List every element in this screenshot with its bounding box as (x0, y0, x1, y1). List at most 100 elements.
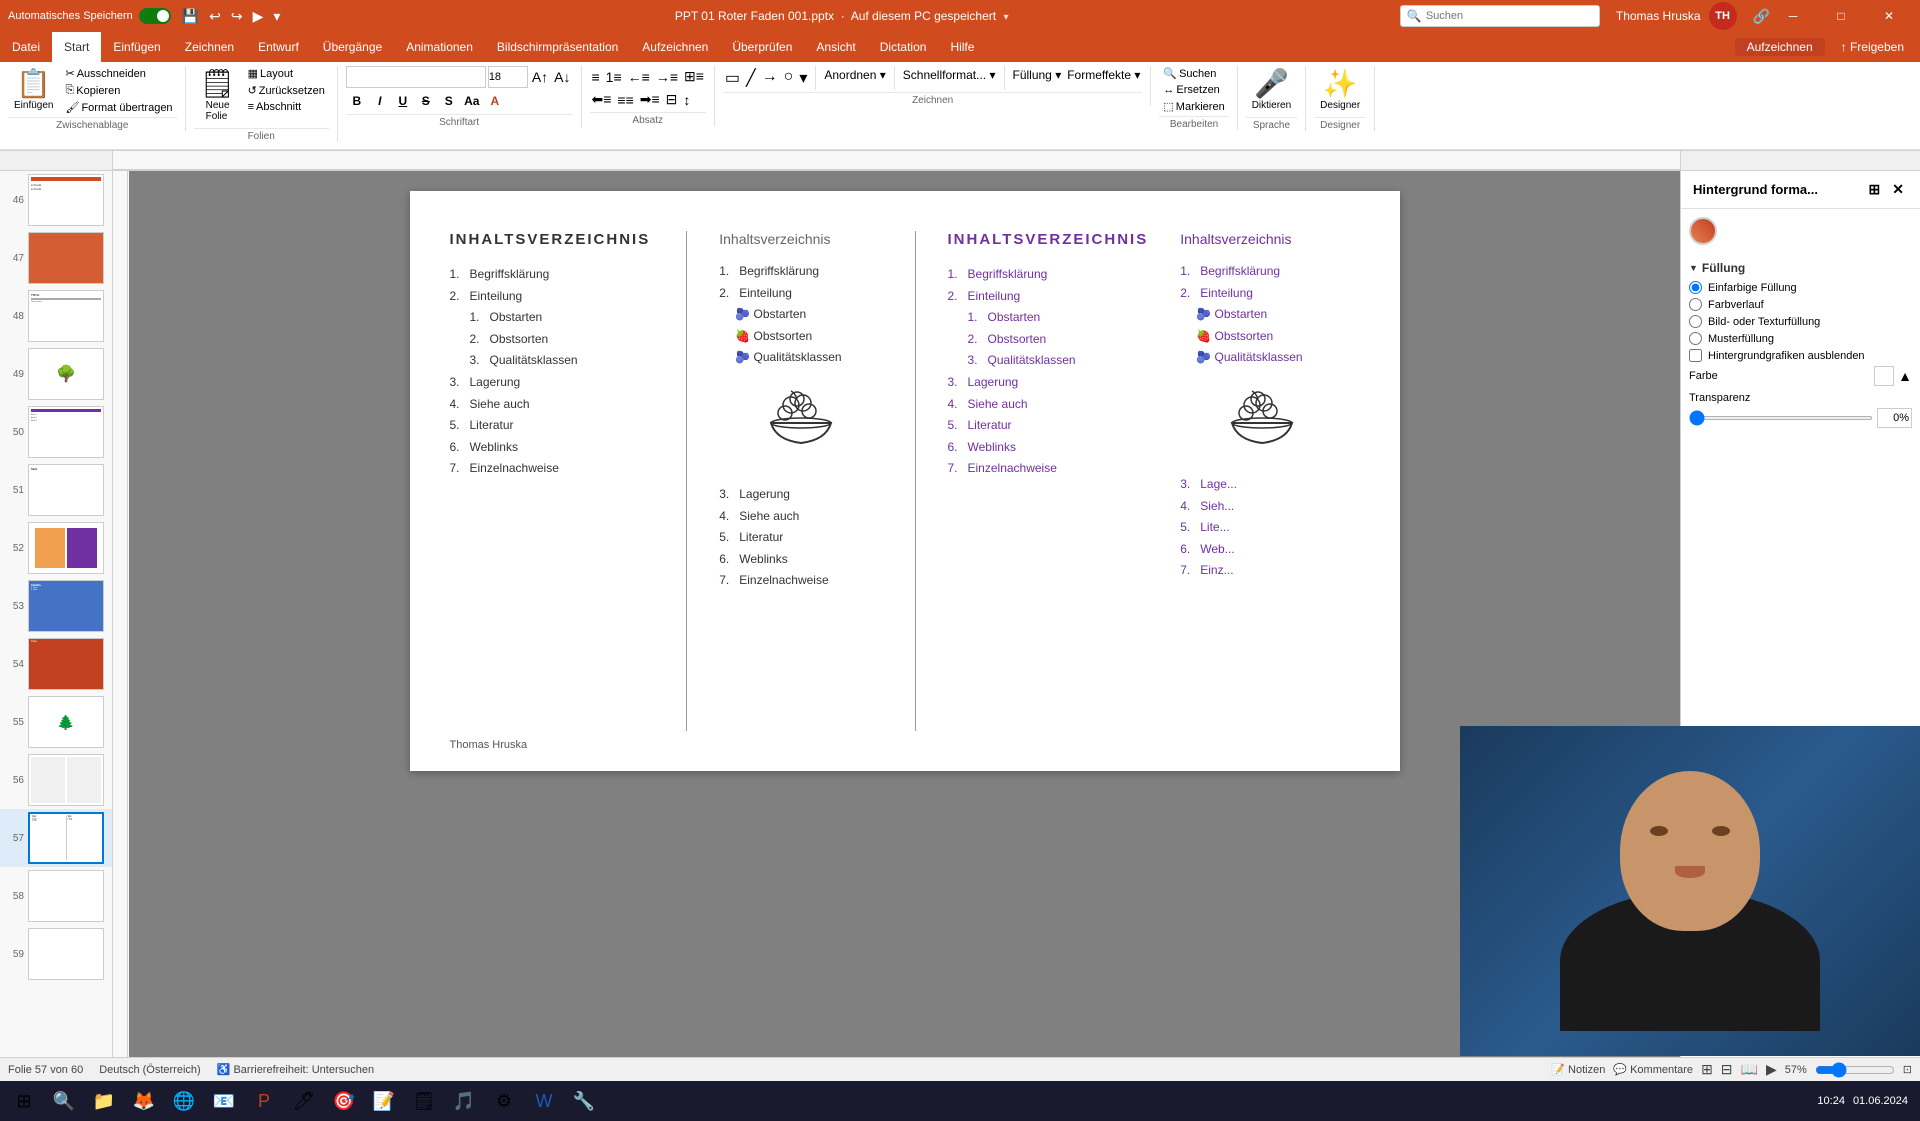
taskbar-file-explorer[interactable]: 📁 (84, 1083, 124, 1119)
minimize-button[interactable]: ─ (1770, 0, 1816, 32)
taskbar-chrome[interactable]: 🌐 (164, 1083, 204, 1119)
view-presentation[interactable]: ▶ (1766, 1061, 1777, 1078)
tab-zeichnen[interactable]: Zeichnen (173, 32, 246, 62)
justify-button[interactable]: ⊟ (664, 89, 680, 110)
zoom-slider[interactable] (1815, 1064, 1895, 1076)
undo-icon[interactable]: ↩ (206, 8, 224, 25)
close-button[interactable]: ✕ (1866, 0, 1912, 32)
shape-line[interactable]: ╱ (744, 66, 758, 90)
font-color-button[interactable]: A (484, 90, 506, 112)
slide-thumb-50[interactable]: 50 Item 1Item 2Item 3 (0, 403, 112, 461)
start-button[interactable]: ⊞ (4, 1083, 44, 1119)
slide-thumb-58[interactable]: 58 (0, 867, 112, 925)
arrange-button[interactable]: Anordnen ▾ (822, 66, 887, 84)
notes-button[interactable]: 📝 Notizen (1551, 1063, 1605, 1076)
taskbar-app-6[interactable]: ⚙ (484, 1083, 524, 1119)
bold-button[interactable]: B (346, 90, 368, 112)
save-icon[interactable]: 💾 (179, 8, 202, 25)
increase-font-button[interactable]: A↑ (530, 69, 550, 85)
texture-fill-option[interactable]: Bild- oder Texturfüllung (1689, 315, 1912, 328)
color-adjust-up[interactable]: ▲ (1898, 368, 1912, 384)
present-icon[interactable]: ▶ (250, 8, 267, 25)
underline-button[interactable]: U (392, 90, 414, 112)
tab-datei[interactable]: Datei (0, 32, 52, 62)
tab-start[interactable]: Start (52, 32, 101, 62)
solid-fill-option[interactable]: Einfarbige Füllung (1689, 281, 1912, 294)
slide-thumb-48[interactable]: 48 TITLE Text content (0, 287, 112, 345)
slide-thumb-59[interactable]: 59 (0, 925, 112, 983)
format-button[interactable]: 🖌 Format übertragen (61, 100, 176, 115)
select-button[interactable]: ⬚ Markieren (1159, 99, 1228, 114)
tab-einfuegen[interactable]: Einfügen (101, 32, 172, 62)
font-family-input[interactable] (346, 66, 486, 88)
color-swatch[interactable] (1874, 366, 1894, 386)
strikethrough-button[interactable]: S (415, 90, 437, 112)
slide-thumb-54[interactable]: 54 TITLE (0, 635, 112, 693)
view-normal[interactable]: ⊞ (1701, 1061, 1713, 1078)
slide-thumb-53[interactable]: 53 Inhalts. 1. Item2. Item (0, 577, 112, 635)
view-slide-sorter[interactable]: ⊟ (1721, 1061, 1733, 1078)
taskbar-word[interactable]: W (524, 1083, 564, 1119)
reset-button[interactable]: ↺ Zurücksetzen (244, 83, 329, 98)
shape-circle[interactable]: ○ (782, 66, 796, 88)
gradient-fill-option[interactable]: Farbverlauf (1689, 298, 1912, 311)
tab-ueberpruefen[interactable]: Überprüfen (720, 32, 804, 62)
find-button[interactable]: 🔍 Suchen (1159, 66, 1220, 81)
taskbar-powerpoint[interactable]: P (244, 1083, 284, 1119)
tab-dictation[interactable]: Dictation (868, 32, 939, 62)
shapes-more[interactable]: ▾ (797, 66, 809, 90)
layout-button[interactable]: ▦ Layout (244, 66, 329, 81)
decrease-font-button[interactable]: A↓ (552, 69, 572, 85)
align-center-button[interactable]: ≡≡ (615, 90, 635, 110)
slide-thumb-57[interactable]: 57 TOC 1. Item2. Item3. Item TOC 1. Item… (0, 809, 112, 867)
bullets-button[interactable]: ≡ (590, 67, 602, 87)
solid-fill-radio[interactable] (1689, 281, 1702, 294)
slide-thumb-47[interactable]: 47 (0, 229, 112, 287)
pattern-fill-option[interactable]: Musterfüllung (1689, 332, 1912, 345)
designer-button[interactable]: ✨ Designer (1314, 66, 1366, 115)
taskbar-app-1[interactable]: 🖊 (284, 1083, 324, 1119)
panel-expand-button[interactable]: ⊞ (1865, 179, 1885, 200)
section-button[interactable]: ≡ Abschnitt (244, 100, 329, 114)
shape-rect[interactable]: ▭ (723, 66, 742, 90)
font-spacing-button[interactable]: Aa (461, 90, 483, 112)
tab-uebergaenge[interactable]: Übergänge (311, 32, 394, 62)
search-input[interactable] (1426, 10, 1566, 22)
italic-button[interactable]: I (369, 90, 391, 112)
search-taskbar-button[interactable]: 🔍 (44, 1083, 84, 1119)
tab-ansicht[interactable]: Ansicht (804, 32, 867, 62)
slide-thumb-49[interactable]: 49 🌳 (0, 345, 112, 403)
autosave-toggle[interactable] (139, 8, 171, 24)
replace-button[interactable]: ↔ Ersetzen (1159, 83, 1223, 97)
shadow-button[interactable]: S (438, 90, 460, 112)
transparency-slider[interactable] (1689, 416, 1873, 420)
columns-button[interactable]: ⊞≡ (682, 66, 706, 87)
shape-arrow[interactable]: → (760, 66, 780, 88)
taskbar-app-3[interactable]: 📝 (364, 1083, 404, 1119)
taskbar-outlook[interactable]: 📧 (204, 1083, 244, 1119)
taskbar-app-4[interactable]: 🗒 (404, 1083, 444, 1119)
hide-graphics-checkbox[interactable] (1689, 349, 1702, 362)
tab-entwurf[interactable]: Entwurf (246, 32, 311, 62)
accessibility-indicator[interactable]: ♿ Barrierefreiheit: Untersuchen (217, 1063, 374, 1076)
slide-thumb-51[interactable]: 51 Text (0, 461, 112, 519)
paste-button[interactable]: 📋 Einfügen (8, 66, 59, 115)
slide-thumb-56[interactable]: 56 (0, 751, 112, 809)
slide-thumb-46[interactable]: 46 ● Punkt ● Punkt (0, 171, 112, 229)
record-button[interactable]: Aufzeichnen (1735, 38, 1825, 56)
pattern-fill-radio[interactable] (1689, 332, 1702, 345)
user-avatar[interactable]: TH (1709, 2, 1737, 30)
tab-hilfe[interactable]: Hilfe (938, 32, 986, 62)
transparency-input[interactable] (1877, 408, 1912, 428)
slide-thumb-52[interactable]: 52 (0, 519, 112, 577)
indent-decrease-button[interactable]: ←≡ (626, 67, 652, 87)
align-right-button[interactable]: ➡≡ (638, 89, 662, 110)
texture-fill-radio[interactable] (1689, 315, 1702, 328)
share-icon[interactable]: 🔗 (1753, 8, 1770, 25)
new-slide-button[interactable]: 🗒 NeueFolie (194, 66, 242, 126)
share-button[interactable]: ↑ Freigeben (1833, 38, 1912, 56)
redo-icon[interactable]: ↪ (228, 8, 246, 25)
fill-button[interactable]: Füllung ▾ (1011, 66, 1064, 84)
customize-icon[interactable]: ▾ (270, 8, 283, 25)
taskbar-app-7[interactable]: 🔧 (564, 1083, 604, 1119)
